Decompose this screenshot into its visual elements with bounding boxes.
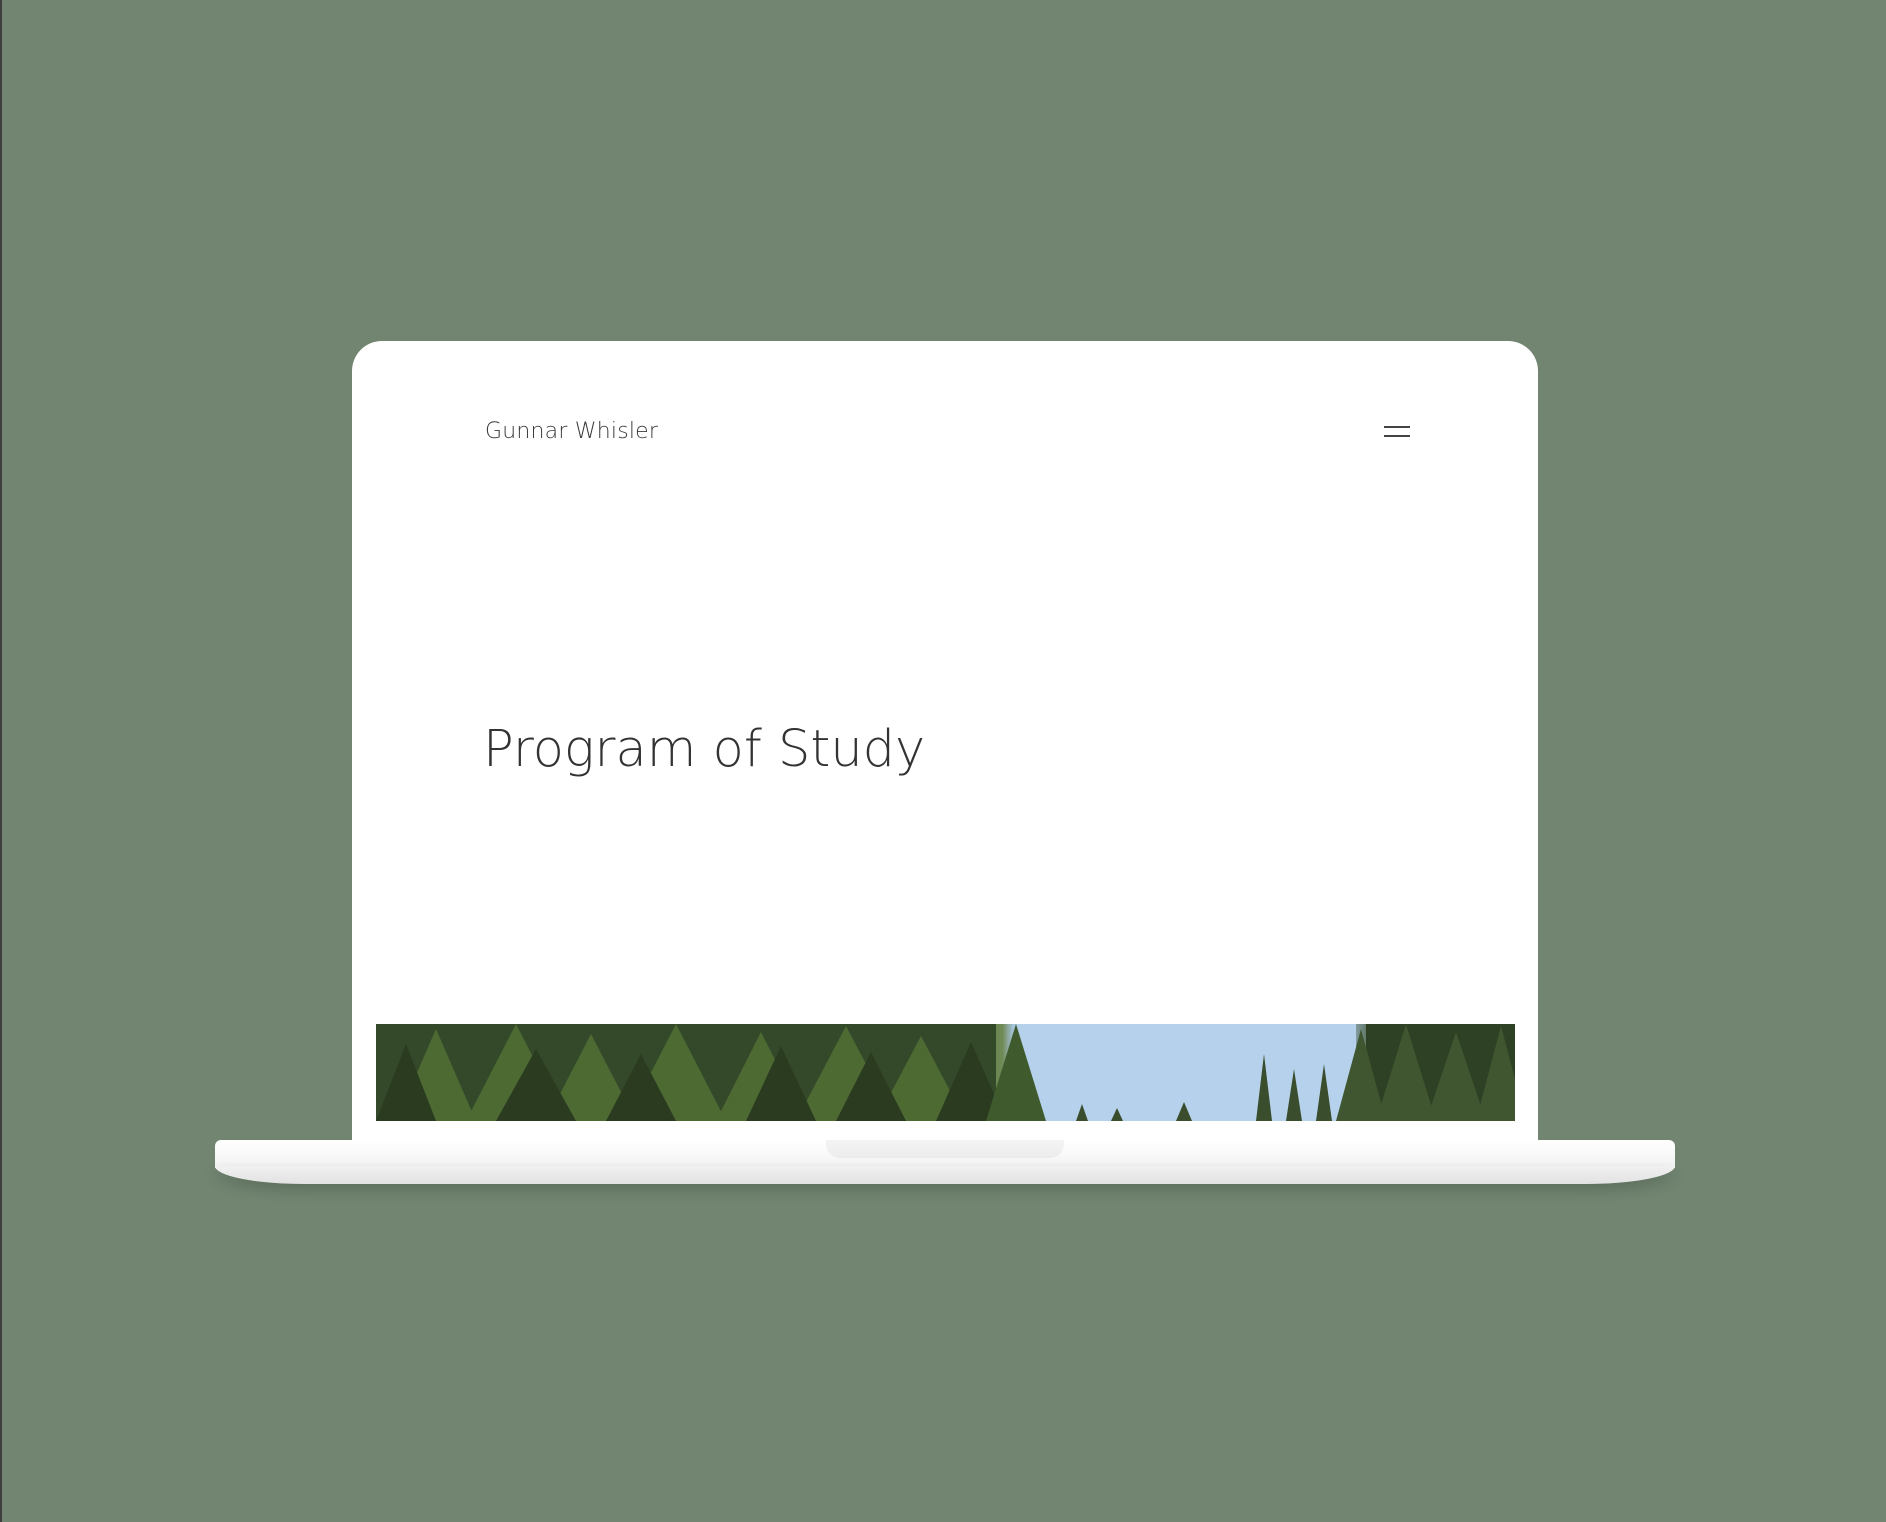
laptop-screen: Gunnar Whisler Program of Study — [352, 341, 1538, 1141]
window-edge — [0, 0, 2, 1522]
laptop-notch — [826, 1140, 1064, 1158]
forest-banner-image — [376, 1024, 1515, 1121]
forest-photo-icon — [376, 1024, 1515, 1121]
menu-button[interactable] — [1382, 419, 1414, 443]
laptop-base-bottom — [215, 1166, 1675, 1184]
page-title: Program of Study — [483, 720, 926, 779]
site-brand[interactable]: Gunnar Whisler — [485, 419, 658, 444]
